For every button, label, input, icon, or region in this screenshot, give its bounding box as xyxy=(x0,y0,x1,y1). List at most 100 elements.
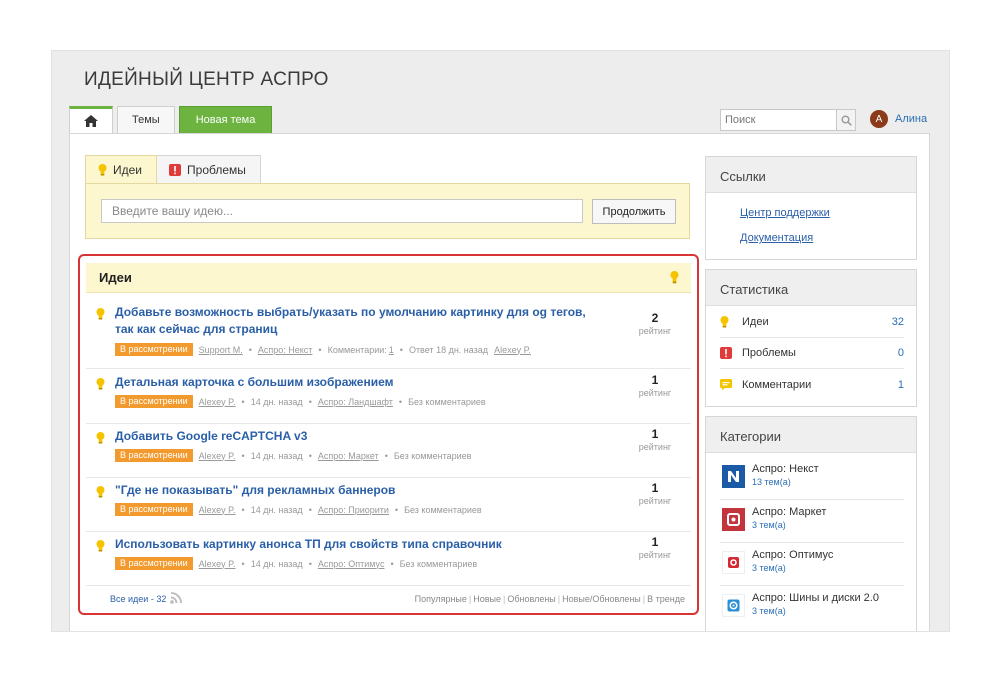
category-name[interactable]: Аспро: Маркет xyxy=(752,506,826,518)
idea-title-link[interactable]: Добавить Google reCAPTCHA v3 xyxy=(115,428,605,445)
stat-count[interactable]: 0 xyxy=(898,347,904,359)
status-badge: В рассмотрении xyxy=(115,395,193,408)
tab-home[interactable] xyxy=(69,106,113,133)
continue-button[interactable]: Продолжить xyxy=(592,199,676,224)
idea-input[interactable]: Введите вашу идею... xyxy=(101,199,583,223)
category-link[interactable]: Аспро: Оптимус xyxy=(318,559,385,569)
author-link[interactable]: Alexey P. xyxy=(199,451,236,461)
rss-icon[interactable] xyxy=(170,591,183,604)
sort-updated[interactable]: Обновлены xyxy=(507,594,555,604)
category-item[interactable]: Аспро: Шины и диски 2.0 3 тем(а) xyxy=(720,586,904,629)
comments-count-link[interactable]: 1 xyxy=(389,345,394,355)
category-name[interactable]: Аспро: Оптимус xyxy=(752,549,833,561)
stat-problems[interactable]: Проблемы 0 xyxy=(720,338,904,369)
stat-ideas[interactable]: Идеи 32 xyxy=(720,307,904,338)
category-name[interactable]: Аспро: Шины и диски 2.0 xyxy=(752,592,879,604)
category-count[interactable]: 3 тем(а) xyxy=(752,563,786,573)
category-count[interactable]: 3 тем(а) xyxy=(752,520,786,530)
stat-count[interactable]: 32 xyxy=(892,316,904,328)
sort-new[interactable]: Новые xyxy=(473,594,501,604)
rating-value: 1 xyxy=(651,373,659,387)
author-link[interactable]: Support M. xyxy=(199,345,243,355)
stat-label: Проблемы xyxy=(742,347,796,359)
category-item[interactable]: Аспро: Оптимус 3 тем(а) xyxy=(720,543,904,586)
answer-author-link[interactable]: Alexey P. xyxy=(494,345,531,355)
rating-value: 1 xyxy=(651,481,659,495)
sort-new-updated[interactable]: Новые/Обновлены xyxy=(562,594,641,604)
sort-popular[interactable]: Популярные xyxy=(415,594,467,604)
status-badge: В рассмотрении xyxy=(115,343,193,356)
category-item[interactable]: Аспро: Некст 13 тем(а) xyxy=(720,457,904,500)
status-badge: В рассмотрении xyxy=(115,557,193,570)
search-button[interactable] xyxy=(836,110,855,130)
aspro-next-logo xyxy=(722,465,745,488)
stat-comments[interactable]: Комментарии 1 xyxy=(720,369,904,400)
tab-topics[interactable]: Темы xyxy=(117,106,175,133)
idea-title-link[interactable]: Добавьте возможность выбрать/указать по … xyxy=(115,304,605,338)
page-frame: ИДЕЙНЫЙ ЦЕНТР АСПРО Темы Новая тема А Ал… xyxy=(51,50,950,632)
idea-meta: В рассмотрении Alexey P. • 14 дн. назад … xyxy=(115,503,482,516)
rating: 1 рейтинг xyxy=(630,482,680,507)
status-badge: В рассмотрении xyxy=(115,449,193,462)
rating-value: 1 xyxy=(651,427,659,441)
idea-title-link[interactable]: Детальная карточка с большим изображение… xyxy=(115,374,605,391)
stat-label: Комментарии xyxy=(742,378,812,391)
user-menu[interactable]: А Алина xyxy=(870,110,927,128)
idea-meta: В рассмотрении Support M. • Аспро: Некст… xyxy=(115,343,531,356)
lightbulb-icon xyxy=(96,540,105,552)
ideas-panel: Идеи Добавьте возможность выбрать/указат… xyxy=(78,254,699,615)
all-ideas-link[interactable]: Все идеи - 32 xyxy=(110,594,166,604)
search-input[interactable] xyxy=(721,110,836,130)
user-name-link[interactable]: Алина xyxy=(895,113,927,125)
sort-trending[interactable]: В тренде xyxy=(647,594,685,604)
rating: 1 рейтинг xyxy=(630,536,680,561)
category-link[interactable]: Аспро: Некст xyxy=(258,345,313,355)
home-icon xyxy=(84,115,98,127)
stats-widget: Статистика Идеи 32 Проблемы 0 Комментари… xyxy=(705,269,917,407)
search-icon xyxy=(841,115,852,126)
rating-value: 2 xyxy=(651,311,659,325)
category-link[interactable]: Аспро: Приорити xyxy=(318,505,389,515)
aspro-tires-logo xyxy=(722,594,745,617)
status-badge: В рассмотрении xyxy=(115,503,193,516)
author-link[interactable]: Alexey P. xyxy=(199,397,236,407)
category-count[interactable]: 3 тем(а) xyxy=(752,606,786,616)
avatar[interactable]: А xyxy=(870,110,888,128)
documentation-link[interactable]: Документация xyxy=(740,232,813,244)
lightbulb-icon xyxy=(720,316,729,328)
alert-icon xyxy=(169,164,182,176)
category-link[interactable]: Аспро: Маркет xyxy=(318,451,379,461)
sort-links: Популярные | Новые | Обновлены | Новые/Обновле… xyxy=(414,594,685,604)
rating-label: рейтинг xyxy=(638,326,672,336)
category-count[interactable]: 13 тем(а) xyxy=(752,477,791,487)
comment-icon xyxy=(720,379,732,390)
category-name[interactable]: Аспро: Некст xyxy=(752,463,819,475)
support-center-link[interactable]: Центр поддержки xyxy=(740,207,830,219)
rating: 1 рейтинг xyxy=(630,428,680,453)
idea-row: Добавьте возможность выбрать/указать по … xyxy=(86,304,691,369)
author-link[interactable]: Alexey P. xyxy=(199,559,236,569)
rating-label: рейтинг xyxy=(638,496,672,506)
idea-title-link[interactable]: Использовать картинку анонса ТП для свой… xyxy=(115,536,605,553)
tab-ideas[interactable]: Идеи xyxy=(85,155,158,184)
tab-problems[interactable]: Проблемы xyxy=(157,155,261,184)
category-link[interactable]: Аспро: Ландшафт xyxy=(318,397,393,407)
comments-text: Без комментариев xyxy=(408,396,486,407)
author-link[interactable]: Alexey P. xyxy=(199,505,236,515)
category-item[interactable]: Аспро: Маркет 3 тем(а) xyxy=(720,500,904,543)
categories-widget: Категории Аспро: Некст 13 тем(а) Аспро: … xyxy=(705,416,917,631)
new-topic-button[interactable]: Новая тема xyxy=(178,106,273,133)
ideas-header: Идеи xyxy=(86,263,691,293)
stat-count[interactable]: 1 xyxy=(898,379,904,391)
lightbulb-icon xyxy=(96,378,105,390)
ideas-footer: Все идеи - 32 Популярные | Новые | Обновлены… xyxy=(86,587,691,611)
time-text: 14 дн. назад xyxy=(250,396,303,407)
idea-title-link[interactable]: "Где не показывать" для рекламных баннер… xyxy=(115,482,605,499)
comments-text: Без комментариев xyxy=(393,450,472,461)
stats-title: Статистика xyxy=(706,270,916,306)
tab-ideas-label: Идеи xyxy=(113,163,143,177)
idea-type-tabs: Идеи Проблемы xyxy=(85,155,261,184)
aspro-optimus-logo xyxy=(722,551,745,574)
idea-row: Использовать картинку анонса ТП для свой… xyxy=(86,536,691,586)
links-title: Ссылки xyxy=(706,157,916,193)
